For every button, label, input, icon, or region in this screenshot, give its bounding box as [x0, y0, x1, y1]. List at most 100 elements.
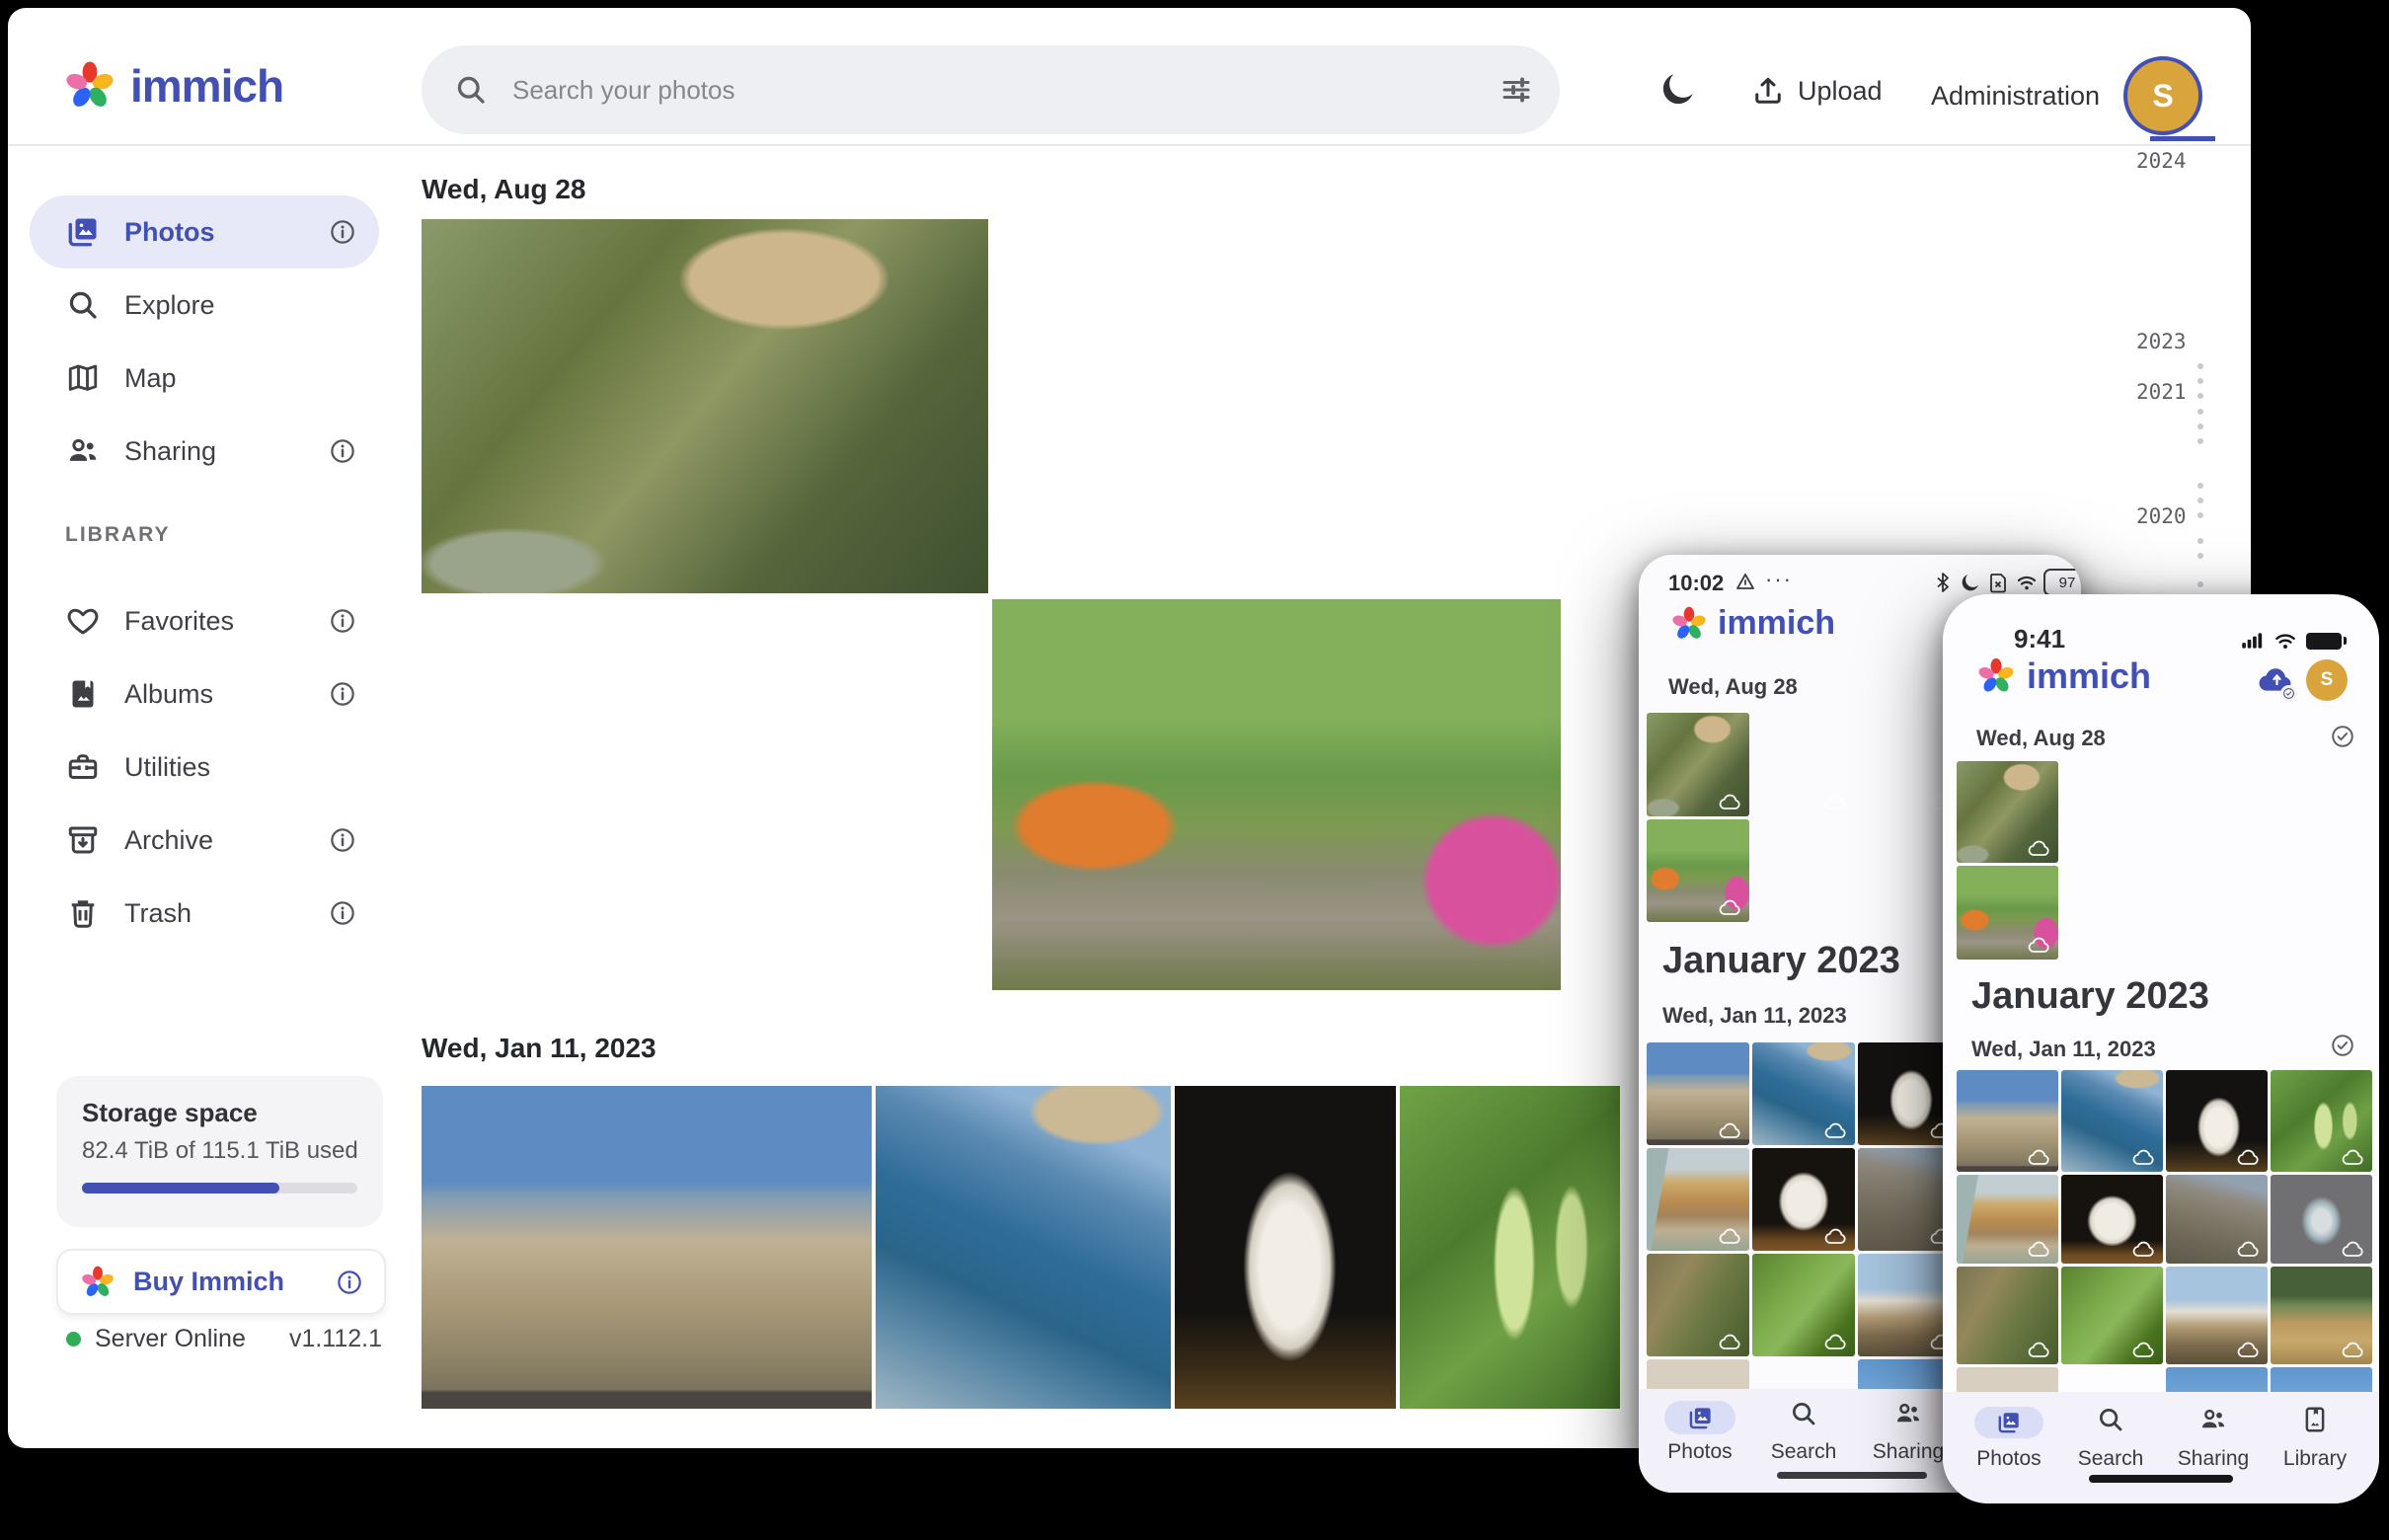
select-all-check-icon[interactable] [2330, 1033, 2355, 1058]
sidebar-item-photos[interactable]: Photos [30, 195, 379, 269]
photo-lizard-moss[interactable] [1752, 1254, 1855, 1356]
search-icon[interactable] [2096, 1405, 2125, 1434]
nav-label-search[interactable]: Search [2078, 1447, 2144, 1471]
status-notification-icon [1734, 571, 1757, 594]
immich-logo: immich [1670, 604, 1835, 643]
timeline-year[interactable]: 2021 [2136, 380, 2205, 404]
photo-lizard[interactable] [1647, 1254, 1749, 1356]
photo-coast-town[interactable] [2061, 1070, 2163, 1172]
sidebar-item-map[interactable]: Map [30, 342, 379, 415]
info-icon[interactable] [335, 1268, 364, 1297]
theme-toggle-button[interactable] [1658, 69, 1698, 109]
info-icon[interactable] [328, 606, 357, 636]
search-bar[interactable] [422, 45, 1560, 134]
sharing-people-icon[interactable] [1893, 1399, 1923, 1428]
search-icon[interactable] [1789, 1399, 1818, 1428]
photos-icon [1687, 1405, 1714, 1431]
photo-monkeys-jungle[interactable] [1957, 761, 2058, 863]
photo-coast-town[interactable] [876, 1086, 1171, 1409]
info-icon[interactable] [328, 679, 357, 709]
nav-label-photos[interactable]: Photos [1667, 1440, 1732, 1464]
map-icon [65, 360, 101, 396]
battery-indicator [2306, 633, 2342, 650]
photo-marble-sculpture[interactable] [1752, 1148, 1855, 1251]
photo-green-berries[interactable] [1400, 1086, 1620, 1409]
photo-lizard[interactable] [1957, 1267, 2058, 1364]
photo-fireworks[interactable] [1565, 219, 2130, 593]
photo-autumn-path[interactable] [1647, 819, 1749, 922]
photo-winter-church[interactable] [2166, 1267, 2268, 1364]
photo-dinner-table[interactable] [1752, 713, 1855, 816]
nav-label-library[interactable]: Library [2283, 1447, 2347, 1471]
photo-coast-town[interactable] [1752, 1042, 1855, 1145]
timeline-active-indicator [2150, 136, 2215, 141]
sidebar-item-albums[interactable]: Albums [30, 657, 379, 731]
photo-fireworks[interactable] [2166, 761, 2268, 863]
administration-link[interactable]: Administration [1931, 81, 2100, 112]
buy-immich-button[interactable]: Buy Immich [56, 1249, 386, 1315]
date-group-header: Wed, Jan 11, 2023 [422, 1033, 656, 1064]
photo-marble-sculpture[interactable] [2061, 1175, 2163, 1264]
immich-flower-icon [1976, 656, 2016, 696]
search-input[interactable] [510, 74, 1467, 107]
photo-holding-hands[interactable] [2271, 761, 2372, 863]
timeline-year[interactable]: 2024 [2136, 149, 2205, 173]
photo-holding-hands[interactable] [422, 599, 988, 990]
timeline-year[interactable]: 2023 [2136, 330, 2205, 353]
sidebar-item-sharing[interactable]: Sharing [30, 415, 379, 488]
info-icon[interactable] [328, 436, 357, 466]
photo-castle-ruins[interactable] [2166, 1175, 2268, 1264]
battery-indicator: 97 [2043, 569, 2081, 596]
info-icon[interactable] [328, 825, 357, 855]
upload-button[interactable]: Upload [1750, 73, 1883, 109]
timeline-year[interactable]: 2020 [2136, 504, 2205, 528]
status-overflow-dots: ··· [1765, 567, 1793, 592]
photo-fortress[interactable] [422, 1086, 872, 1409]
photo-silver-ornament[interactable] [2271, 1175, 2372, 1264]
sidebar-item-archive[interactable]: Archive [30, 804, 379, 877]
photo-monkeys-jungle[interactable] [1647, 713, 1749, 816]
home-indicator [1777, 1472, 1927, 1479]
sidebar-item-label: Photos [124, 217, 215, 248]
user-avatar[interactable]: S [2123, 56, 2202, 135]
photo-monkeys-jungle[interactable] [422, 219, 988, 593]
library-icon[interactable] [2300, 1405, 2330, 1434]
sidebar-item-label: Map [124, 363, 177, 394]
immich-logo[interactable]: immich [63, 59, 283, 113]
filter-sliders-icon[interactable] [1499, 72, 1534, 108]
photo-dinner-table[interactable] [992, 219, 1561, 593]
select-all-check-icon[interactable] [2330, 724, 2355, 749]
photo-fortress[interactable] [1957, 1070, 2058, 1172]
photo-marble-bust[interactable] [2166, 1070, 2268, 1172]
bottom-nav: Photos Search Sharing Library [1943, 1392, 2379, 1503]
photo-green-berries[interactable] [2271, 1070, 2372, 1172]
immich-flower-icon [1670, 605, 1708, 643]
sidebar-item-explore[interactable]: Explore [30, 269, 379, 342]
nav-photos-active-pill[interactable] [1974, 1407, 2043, 1438]
photo-autumn-path[interactable] [992, 599, 1561, 990]
user-avatar[interactable]: S [2306, 659, 2348, 701]
immich-flower-icon [80, 1265, 116, 1300]
sidebar-item-label: Albums [124, 679, 213, 710]
photos-icon [65, 214, 101, 250]
nav-label-search[interactable]: Search [1771, 1440, 1837, 1464]
nav-label-sharing[interactable]: Sharing [2178, 1447, 2249, 1471]
sidebar-item-favorites[interactable]: Favorites [30, 584, 379, 657]
photo-beach-cliff[interactable] [1647, 1148, 1749, 1251]
photo-beach-cliff[interactable] [1957, 1175, 2058, 1264]
nav-photos-active-pill[interactable] [1664, 1401, 1735, 1434]
sidebar-item-utilities[interactable]: Utilities [30, 731, 379, 804]
photo-fortress[interactable] [1647, 1042, 1749, 1145]
info-icon[interactable] [328, 217, 357, 247]
photo-marble-bust[interactable] [1175, 1086, 1396, 1409]
sharing-people-icon[interactable] [2198, 1405, 2228, 1434]
photo-alpine-farm[interactable] [2271, 1267, 2372, 1364]
info-icon[interactable] [328, 898, 357, 928]
sidebar-item-trash[interactable]: Trash [30, 877, 379, 950]
photo-autumn-path[interactable] [1957, 866, 2058, 960]
photo-lizard-moss[interactable] [2061, 1267, 2163, 1364]
nav-label-sharing[interactable]: Sharing [1873, 1440, 1944, 1464]
nav-label-photos[interactable]: Photos [1976, 1447, 2041, 1471]
storage-usage-text: 82.4 TiB of 115.1 TiB used [82, 1137, 358, 1165]
photo-dinner-table[interactable] [2061, 761, 2163, 863]
